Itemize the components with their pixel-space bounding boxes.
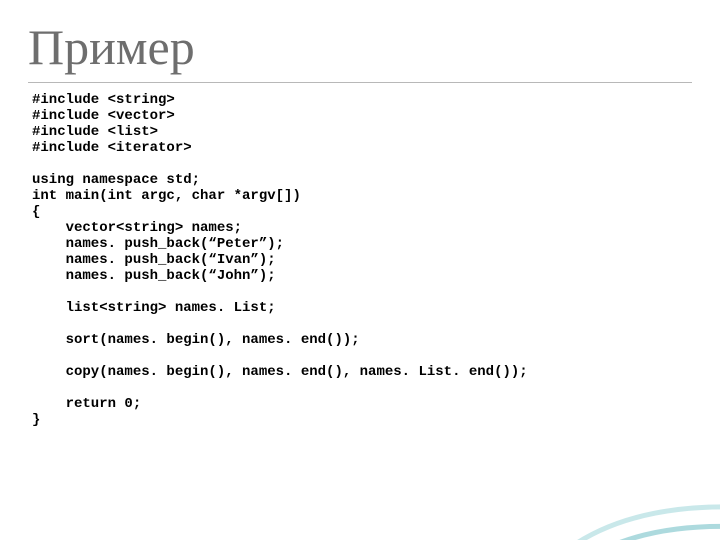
title-underline	[28, 82, 692, 84]
code-block: #include <string> #include <vector> #inc…	[32, 92, 528, 428]
slide-title: Пример	[28, 18, 195, 76]
